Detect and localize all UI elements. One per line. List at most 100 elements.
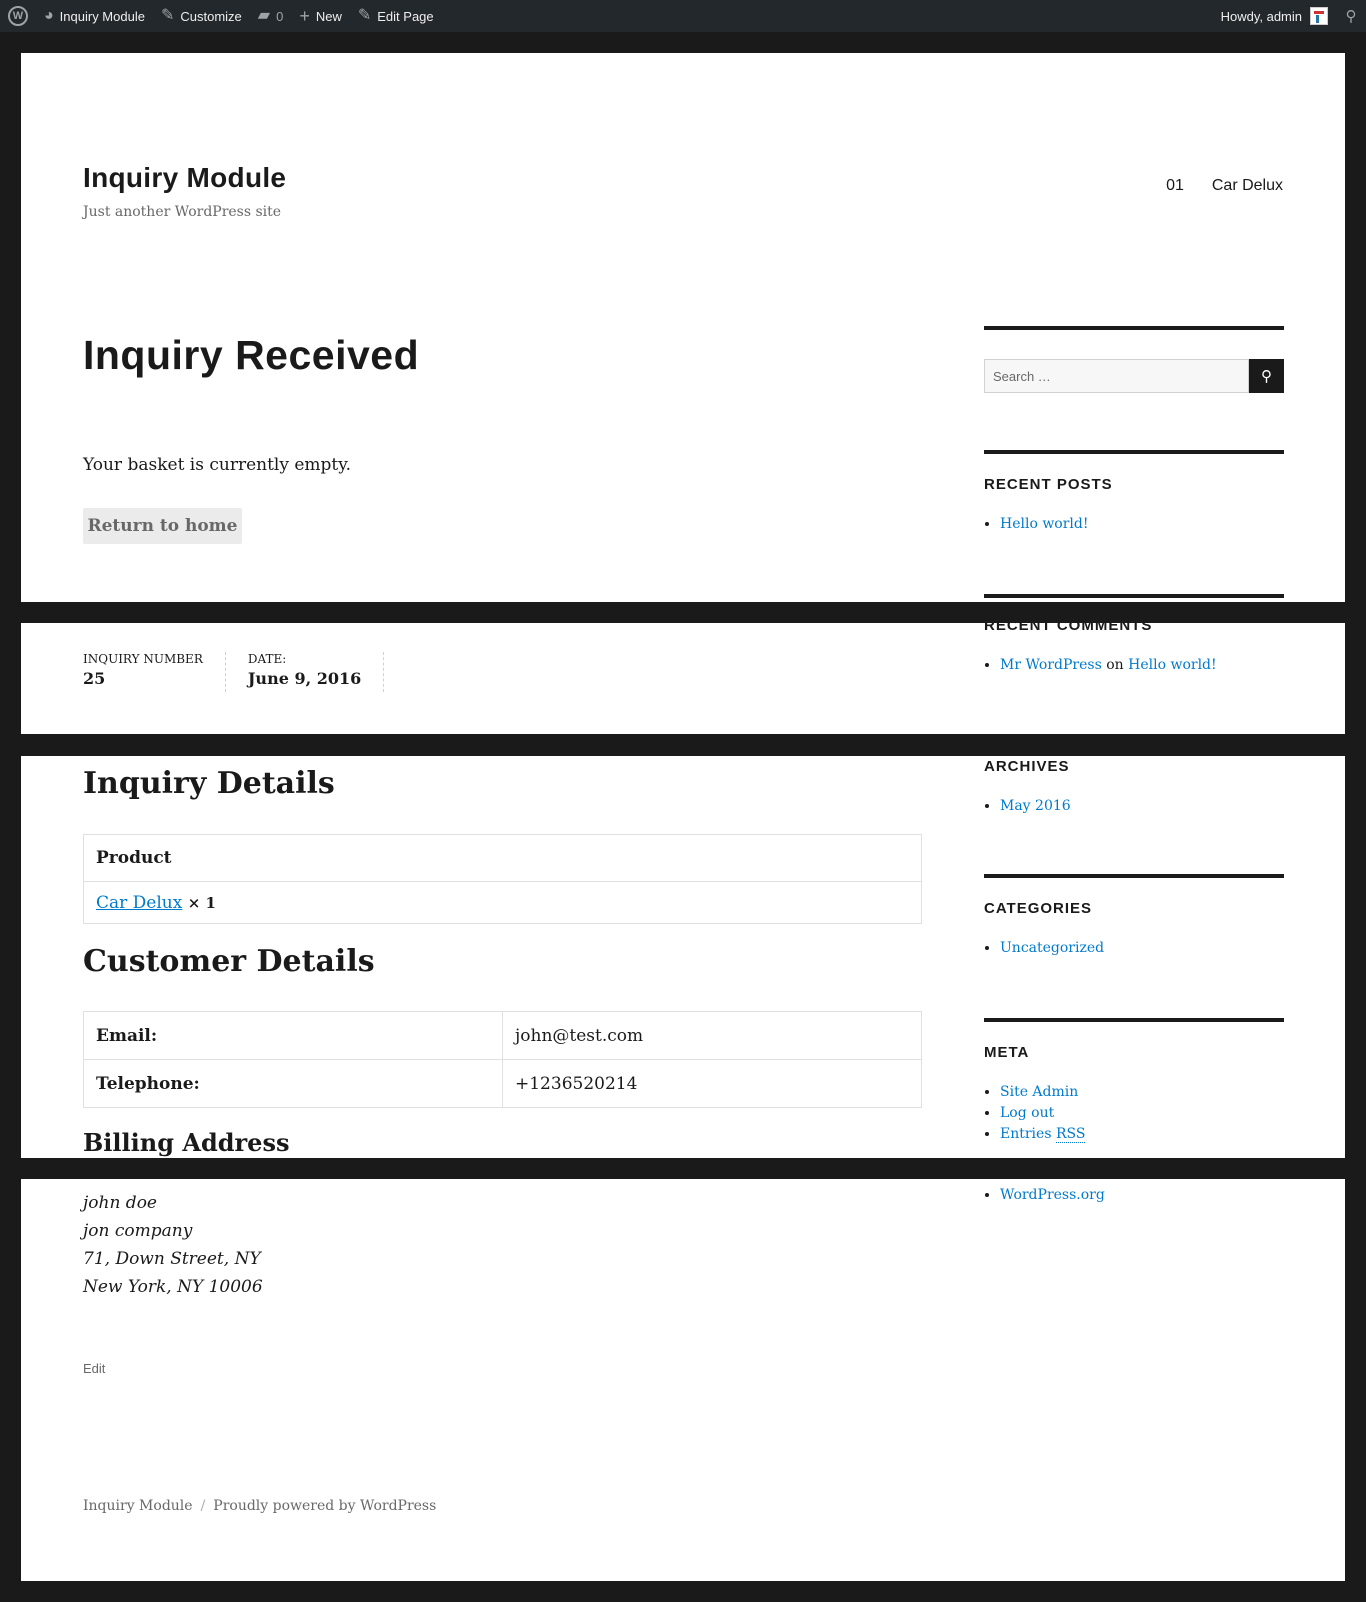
recent-comments-title: RECENT COMMENTS	[984, 623, 1153, 634]
list-item: Mr WordPress on Hello world!	[1000, 655, 1217, 676]
new-label: New	[315, 8, 342, 24]
list-item: Log out	[1000, 1103, 1085, 1124]
footer-separator: /	[200, 1498, 206, 1514]
inquiry-number: INQUIRY NUMBER 25	[83, 652, 226, 692]
avatar	[1310, 7, 1328, 25]
edit-link[interactable]: Edit	[83, 1361, 105, 1376]
rss-abbr: RSS	[1055, 1126, 1086, 1143]
category-link[interactable]: Uncategorized	[1000, 940, 1104, 956]
customize-link[interactable]: ✎ Customize	[153, 0, 250, 32]
return-to-home-button[interactable]: Return to home	[83, 508, 242, 544]
basket-empty-message: Your basket is currently empty.	[83, 455, 352, 475]
comments-link[interactable]: ▰ 0	[250, 0, 292, 32]
howdy-label: Howdy, admin	[1220, 8, 1302, 24]
table-row: Telephone: +1236520214	[83, 1059, 922, 1108]
wordpress-icon: W	[8, 6, 28, 26]
edit-page-link[interactable]: ✎ Edit Page	[350, 0, 442, 32]
product-column-header: Product	[83, 834, 922, 882]
recent-post-link[interactable]: Hello world!	[1000, 516, 1089, 532]
search-icon: ⚲	[1261, 367, 1272, 385]
list-item: Hello world!	[1000, 514, 1089, 535]
admin-bar: W ◕ Inquiry Module ✎ Customize ▰ 0 + New…	[0, 0, 1366, 32]
widget-divider	[984, 874, 1284, 878]
product-link[interactable]: Car Delux	[96, 893, 182, 913]
inquiry-details-table: Product Car Delux × 1	[83, 834, 922, 924]
archives-title: ARCHIVES	[984, 758, 1070, 775]
page-title: Inquiry Received	[83, 332, 420, 378]
inquiry-date-value: June 9, 2016	[247, 669, 362, 688]
widget-divider	[984, 326, 1284, 330]
categories-list: Uncategorized	[1000, 938, 1104, 959]
search-icon: ⚲	[1345, 8, 1357, 25]
address-line: jon company	[83, 1221, 193, 1241]
billing-address-heading: Billing Address	[83, 1128, 290, 1157]
pencil-icon: ✎	[357, 7, 372, 24]
admin-bar-search[interactable]: ⚲	[1336, 0, 1366, 32]
widget-divider	[984, 450, 1284, 454]
powered-by-link[interactable]: Proudly powered by WordPress	[213, 1498, 436, 1514]
email-label: Email:	[83, 1011, 503, 1060]
comment-post-link[interactable]: Hello world!	[1128, 657, 1217, 673]
site-title[interactable]: Inquiry Module	[83, 162, 286, 194]
paintbrush-icon: ✎	[160, 7, 175, 24]
inquiry-number-value: 25	[83, 669, 106, 688]
main-navigation: 01 Car Delux	[1166, 177, 1283, 195]
search-submit-button[interactable]: ⚲	[1249, 359, 1284, 393]
my-account-menu[interactable]: Howdy, admin	[1213, 0, 1336, 32]
entries-label: Entries	[1000, 1126, 1052, 1142]
new-content-menu[interactable]: + New	[291, 0, 350, 32]
edit-page-label: Edit Page	[377, 8, 434, 24]
page-panel-4: john doe jon company 71, Down Street, NY…	[21, 1179, 1345, 1581]
site-name-label: Inquiry Module	[59, 8, 145, 24]
page-panel-2: INQUIRY NUMBER 25 DATE: June 9, 2016 REC…	[21, 623, 1345, 734]
page-panel-1: Inquiry Module Just another WordPress si…	[21, 53, 1345, 602]
recent-posts-list: Hello world!	[1000, 514, 1089, 535]
address-line: john doe	[83, 1193, 157, 1213]
table-row: Email: john@test.com	[83, 1011, 922, 1060]
recent-posts-title: RECENT POSTS	[984, 476, 1113, 493]
nav-item-01[interactable]: 01	[1166, 177, 1184, 195]
nav-item-car-delux[interactable]: Car Delux	[1212, 177, 1283, 195]
site-admin-link[interactable]: Site Admin	[1000, 1084, 1078, 1100]
inquiry-overview: INQUIRY NUMBER 25 DATE: June 9, 2016	[83, 652, 406, 692]
widget-divider	[984, 594, 1284, 598]
log-out-link[interactable]: Log out	[1000, 1105, 1054, 1121]
categories-title: CATEGORIES	[984, 900, 1093, 917]
inquiry-date-label: DATE:	[247, 652, 287, 666]
table-row: Product	[83, 834, 922, 882]
customer-details-table: Email: john@test.com Telephone: +1236520…	[83, 1011, 922, 1108]
inquiry-details-heading: Inquiry Details	[83, 766, 335, 801]
meta-list: Site Admin Log out Entries RSS	[1000, 1082, 1086, 1145]
admin-bar-site-name[interactable]: ◕ Inquiry Module	[36, 0, 153, 32]
plus-icon: +	[299, 6, 310, 26]
comments-count: 0	[276, 8, 284, 24]
comment-bubble-icon: ▰	[257, 7, 271, 24]
email-value: john@test.com	[502, 1011, 922, 1060]
product-quantity: × 1	[187, 893, 216, 912]
widget-divider	[984, 1018, 1284, 1022]
recent-comments-list: Mr WordPress on Hello world!	[1000, 655, 1217, 676]
inquiry-number-label: INQUIRY NUMBER	[83, 652, 203, 666]
customer-details-heading: Customer Details	[83, 944, 375, 979]
list-item: May 2016	[1000, 796, 1071, 817]
inquiry-date: DATE: June 9, 2016	[247, 652, 385, 692]
footer-site-name[interactable]: Inquiry Module	[83, 1498, 193, 1514]
address-line: New York, NY 10006	[83, 1277, 263, 1297]
customize-label: Customize	[180, 8, 242, 24]
list-item: WordPress.org	[1000, 1185, 1105, 1206]
entries-rss-link[interactable]: Entries RSS	[1000, 1126, 1086, 1143]
search-form: Search … ⚲	[984, 359, 1284, 393]
product-cell: Car Delux × 1	[83, 881, 922, 924]
archive-link[interactable]: May 2016	[1000, 798, 1071, 814]
address-line: 71, Down Street, NY	[83, 1249, 261, 1269]
comment-author-link[interactable]: Mr WordPress	[1000, 657, 1102, 673]
page-panel-3: Inquiry Details Product Car Delux × 1 Cu…	[21, 756, 1345, 1158]
wordpress-logo-menu[interactable]: W	[0, 0, 36, 32]
wordpress-org-link[interactable]: WordPress.org	[1000, 1187, 1105, 1203]
list-item: Uncategorized	[1000, 938, 1104, 959]
billing-address: john doe jon company 71, Down Street, NY…	[83, 1189, 263, 1301]
site-tagline: Just another WordPress site	[83, 204, 282, 220]
search-input[interactable]: Search …	[984, 359, 1249, 393]
site-footer: Inquiry Module / Proudly powered by WordPr…	[83, 1498, 436, 1514]
table-row: Car Delux × 1	[83, 881, 922, 924]
